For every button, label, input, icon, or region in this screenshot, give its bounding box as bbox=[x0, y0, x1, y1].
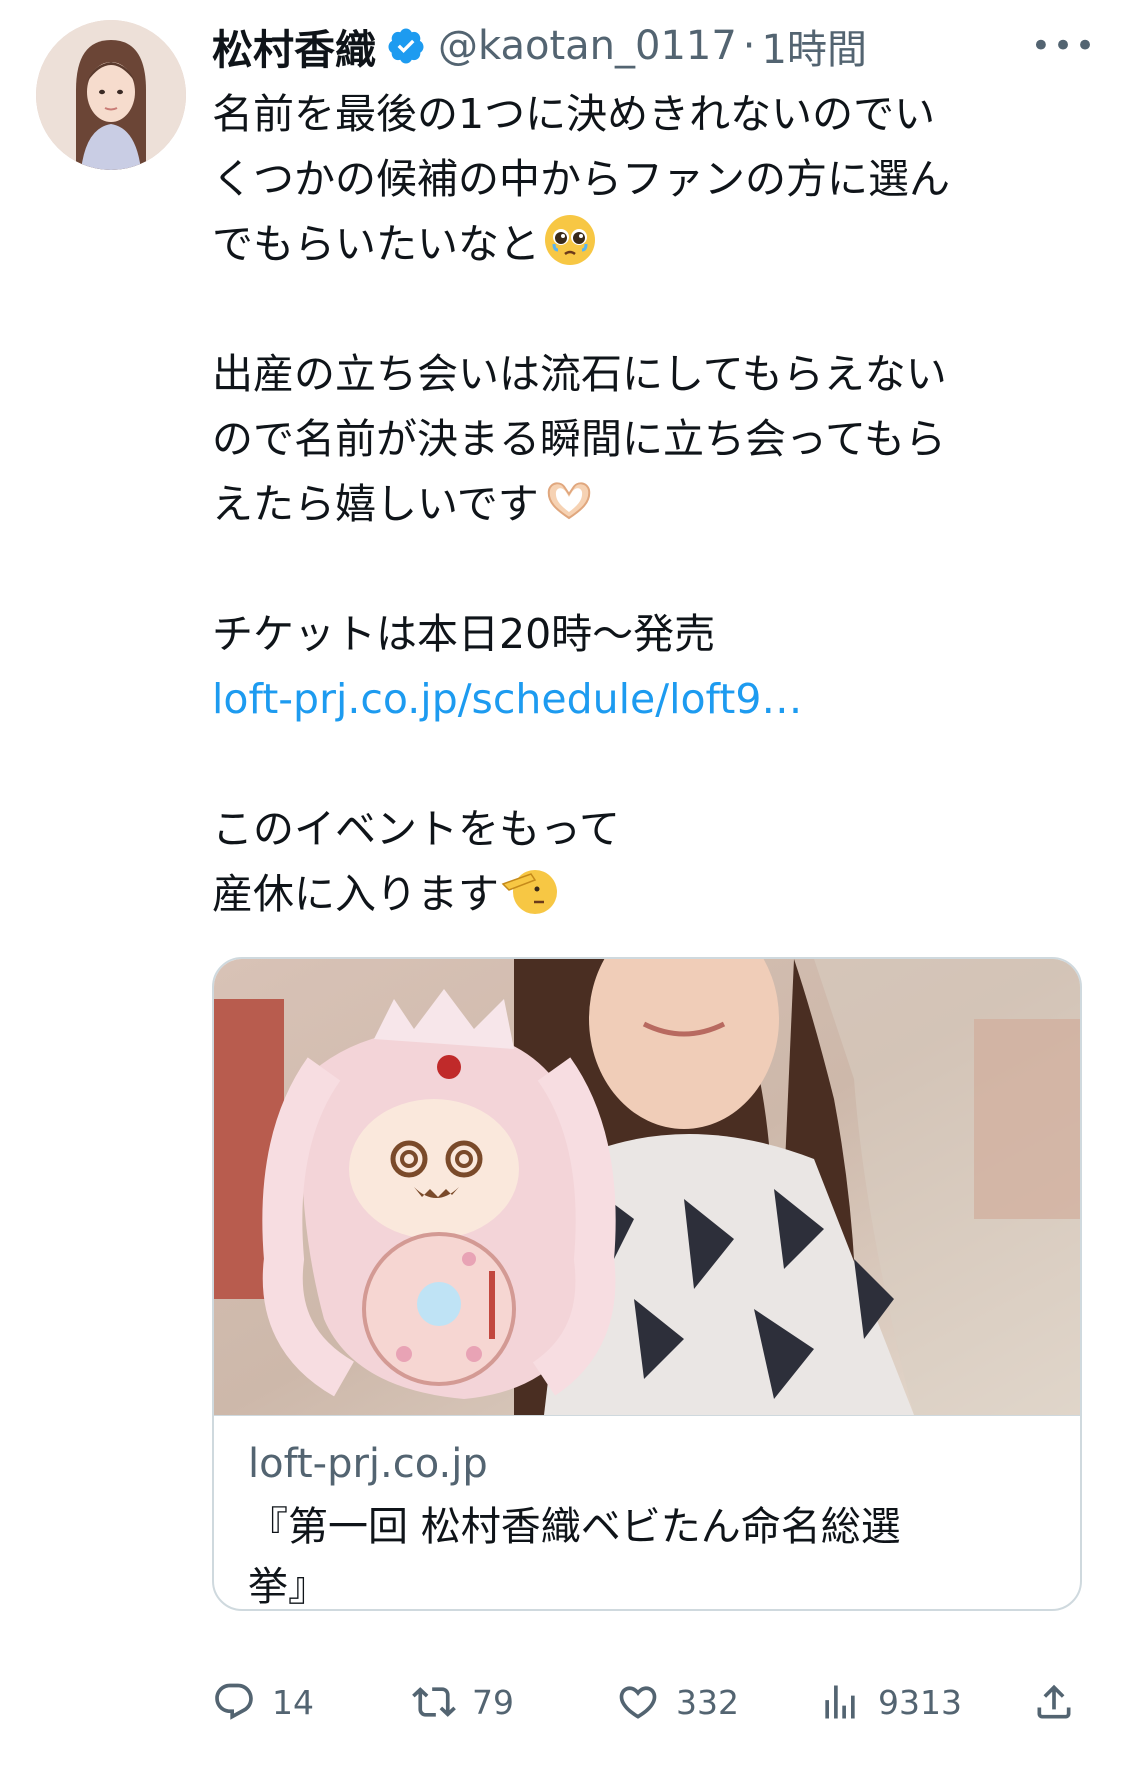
tweet-link[interactable]: loft-prj.co.jp/schedule/loft9… bbox=[212, 667, 1092, 732]
tweet-text: 名前を最後の1つに決めきれないのでい くつかの候補の中からファンの方に選ん でも… bbox=[212, 82, 1092, 927]
card-title: 『第一回 松村香織ベビたん命名総選 挙』 bbox=[248, 1497, 1048, 1610]
like-button[interactable]: 332 bbox=[616, 1672, 739, 1732]
avatar-image bbox=[36, 20, 186, 170]
author-name[interactable]: 松村香織 bbox=[212, 16, 376, 76]
tweet-line: チケットは本日20時〜発売 bbox=[212, 610, 716, 658]
heart-icon bbox=[619, 1686, 657, 1719]
link-preview-image[interactable] bbox=[214, 959, 1080, 1416]
tweet-line-text: えたら嬉しいです bbox=[212, 480, 539, 528]
views-count: 9313 bbox=[878, 1682, 962, 1722]
reply-button[interactable]: 14 bbox=[212, 1672, 314, 1732]
link-preview-card[interactable]: loft-prj.co.jp 『第一回 松村香織ベビたん命名総選 挙』 bbox=[212, 957, 1082, 1611]
tweet-line: このイベントをもって bbox=[212, 805, 620, 853]
tweet-line: でもらいたいなと bbox=[212, 212, 1092, 277]
verified-badge-icon bbox=[388, 28, 424, 64]
reply-count: 14 bbox=[272, 1682, 314, 1722]
more-options-icon[interactable]: ••• bbox=[1031, 18, 1095, 74]
retweet-icon bbox=[412, 1687, 456, 1717]
retweet-button[interactable]: 79 bbox=[412, 1672, 514, 1732]
share-button[interactable] bbox=[1032, 1672, 1076, 1732]
tweet-line-text: でもらいたいなと bbox=[212, 220, 540, 268]
tweet-line: 産休に入ります bbox=[212, 862, 1092, 927]
tweet-timestamp[interactable]: 1時間 bbox=[762, 17, 867, 75]
share-icon bbox=[1037, 1684, 1071, 1719]
card-title-line: 『第一回 松村香織ベビたん命名総選 bbox=[248, 1504, 901, 1550]
tweet-line-text: 産休に入ります bbox=[212, 870, 499, 918]
heart-hands-emoji-icon bbox=[547, 482, 590, 520]
author-avatar[interactable] bbox=[36, 20, 186, 170]
tweet-line: くつかの候補の中からファンの方に選ん bbox=[212, 155, 950, 203]
card-title-line: 挙』 bbox=[248, 1564, 328, 1610]
tweet-line: えたら嬉しいです bbox=[212, 472, 1092, 537]
tweet-line: ので名前が決まる瞬間に立ち会ってもら bbox=[212, 415, 946, 463]
retweet-count: 79 bbox=[472, 1682, 514, 1722]
views-chart-icon bbox=[825, 1685, 855, 1719]
pleading-face-emoji-icon bbox=[545, 215, 595, 265]
reply-icon bbox=[215, 1683, 253, 1720]
card-domain: loft-prj.co.jp bbox=[248, 1441, 488, 1487]
tweet-actions: 14 79 332 9313 bbox=[212, 1672, 1092, 1732]
author-handle[interactable]: @kaotan_0117 bbox=[438, 23, 737, 69]
tweet-line: 名前を最後の1つに決めきれないのでい bbox=[212, 90, 936, 138]
tweet-line: 出産の立ち会いは流石にしてもらえない bbox=[212, 350, 947, 398]
tweet-header: 松村香織 @kaotan_0117 · 1時間 ••• bbox=[212, 16, 1095, 76]
saluting-face-emoji-icon bbox=[501, 870, 557, 914]
preview-photo bbox=[214, 959, 1080, 1415]
like-count: 332 bbox=[676, 1682, 739, 1722]
views-button[interactable]: 9313 bbox=[818, 1672, 962, 1732]
header-separator: · bbox=[742, 23, 756, 69]
